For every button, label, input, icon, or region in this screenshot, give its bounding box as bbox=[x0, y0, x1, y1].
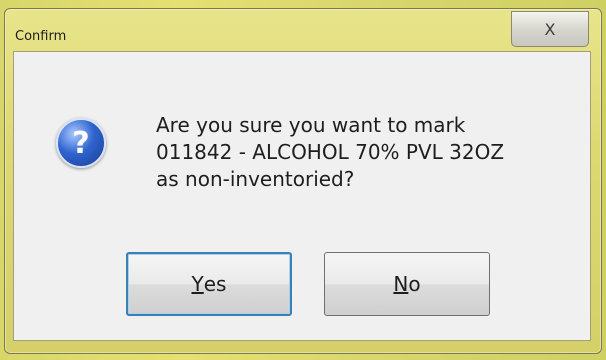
no-label-rest: o bbox=[408, 272, 421, 296]
close-button[interactable]: X bbox=[511, 11, 589, 47]
no-button[interactable]: No bbox=[324, 252, 490, 316]
yes-button[interactable]: Yes bbox=[126, 252, 292, 316]
window-title: Confirm bbox=[15, 29, 67, 44]
message-line: as non-inventoried? bbox=[156, 167, 355, 191]
dialog-content: ? Are you sure you want to mark 011842 -… bbox=[13, 51, 591, 341]
message-line: 011842 - ALCOHOL 70% PVL 32OZ bbox=[156, 140, 505, 164]
close-icon: X bbox=[544, 19, 556, 39]
question-icon: ? bbox=[56, 118, 106, 168]
confirm-dialog: Confirm X ? Are you sure you want to mar… bbox=[4, 8, 602, 354]
message-line: Are you sure you want to mark bbox=[156, 113, 466, 137]
yes-label-rest: es bbox=[203, 272, 227, 296]
no-mnemonic: N bbox=[393, 272, 409, 296]
message-text: Are you sure you want to mark 011842 - A… bbox=[156, 112, 586, 193]
yes-mnemonic: Y bbox=[191, 272, 204, 296]
